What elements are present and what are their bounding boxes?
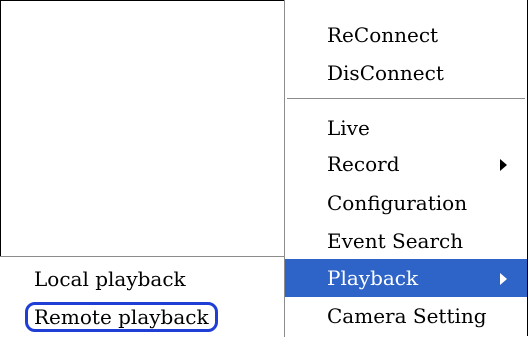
menu-item-label: Record — [327, 152, 400, 176]
menu-item-label: Event Search — [327, 229, 464, 253]
annotation-highlight-ring: Remote playback — [25, 302, 218, 332]
menu-item-label: Camera Setting — [327, 304, 487, 328]
menu-item-label: Configuration — [327, 191, 468, 215]
menu-item-record[interactable]: Record — [285, 145, 527, 183]
menu-item-disconnect[interactable]: DisConnect — [285, 54, 527, 92]
menu-item-configuration[interactable]: Configuration — [285, 184, 527, 222]
context-menu: ReConnect DisConnect Live Record Configu… — [284, 0, 527, 336]
menu-item-camera-setting[interactable]: Camera Setting — [285, 297, 527, 335]
menu-item-label: ReConnect — [327, 23, 439, 47]
menu-item-label: Live — [327, 116, 370, 140]
submenu-item-remote-playback[interactable]: Remote playback — [0, 298, 284, 336]
menu-item-label: DisConnect — [327, 61, 444, 85]
menu-item-reconnect[interactable]: ReConnect — [285, 16, 527, 54]
menu-item-playback[interactable]: Playback — [285, 259, 527, 297]
submenu-item-label: Local playback — [34, 267, 186, 291]
submenu-item-label: Remote playback — [34, 305, 209, 329]
submenu-arrow-icon — [500, 159, 507, 171]
menu-separator — [287, 98, 525, 100]
menu-item-event-search[interactable]: Event Search — [285, 222, 527, 260]
submenu-arrow-icon — [500, 273, 507, 285]
menu-item-live[interactable]: Live — [285, 109, 527, 147]
playback-submenu: Local playback Remote playback — [0, 256, 285, 337]
submenu-item-local-playback[interactable]: Local playback — [0, 260, 284, 298]
menu-item-label: Playback — [327, 266, 419, 290]
